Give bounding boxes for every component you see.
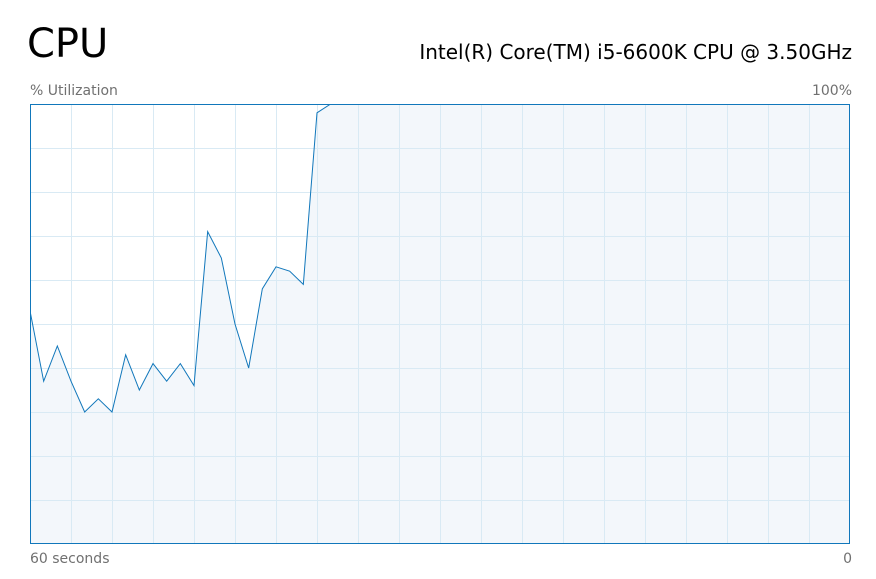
x-start-label: 60 seconds	[30, 551, 110, 567]
cpu-utilization-graph	[30, 104, 850, 544]
y-max-label: 100%	[811, 83, 852, 99]
x-end-label: 0	[843, 551, 852, 567]
processor-name: Intel(R) Core(TM) i5-6600K CPU @ 3.50GHz	[419, 40, 852, 64]
y-axis-label: % Utilization	[30, 83, 118, 99]
page-title: CPU	[27, 21, 109, 67]
utilization-chart-svg	[30, 104, 850, 544]
